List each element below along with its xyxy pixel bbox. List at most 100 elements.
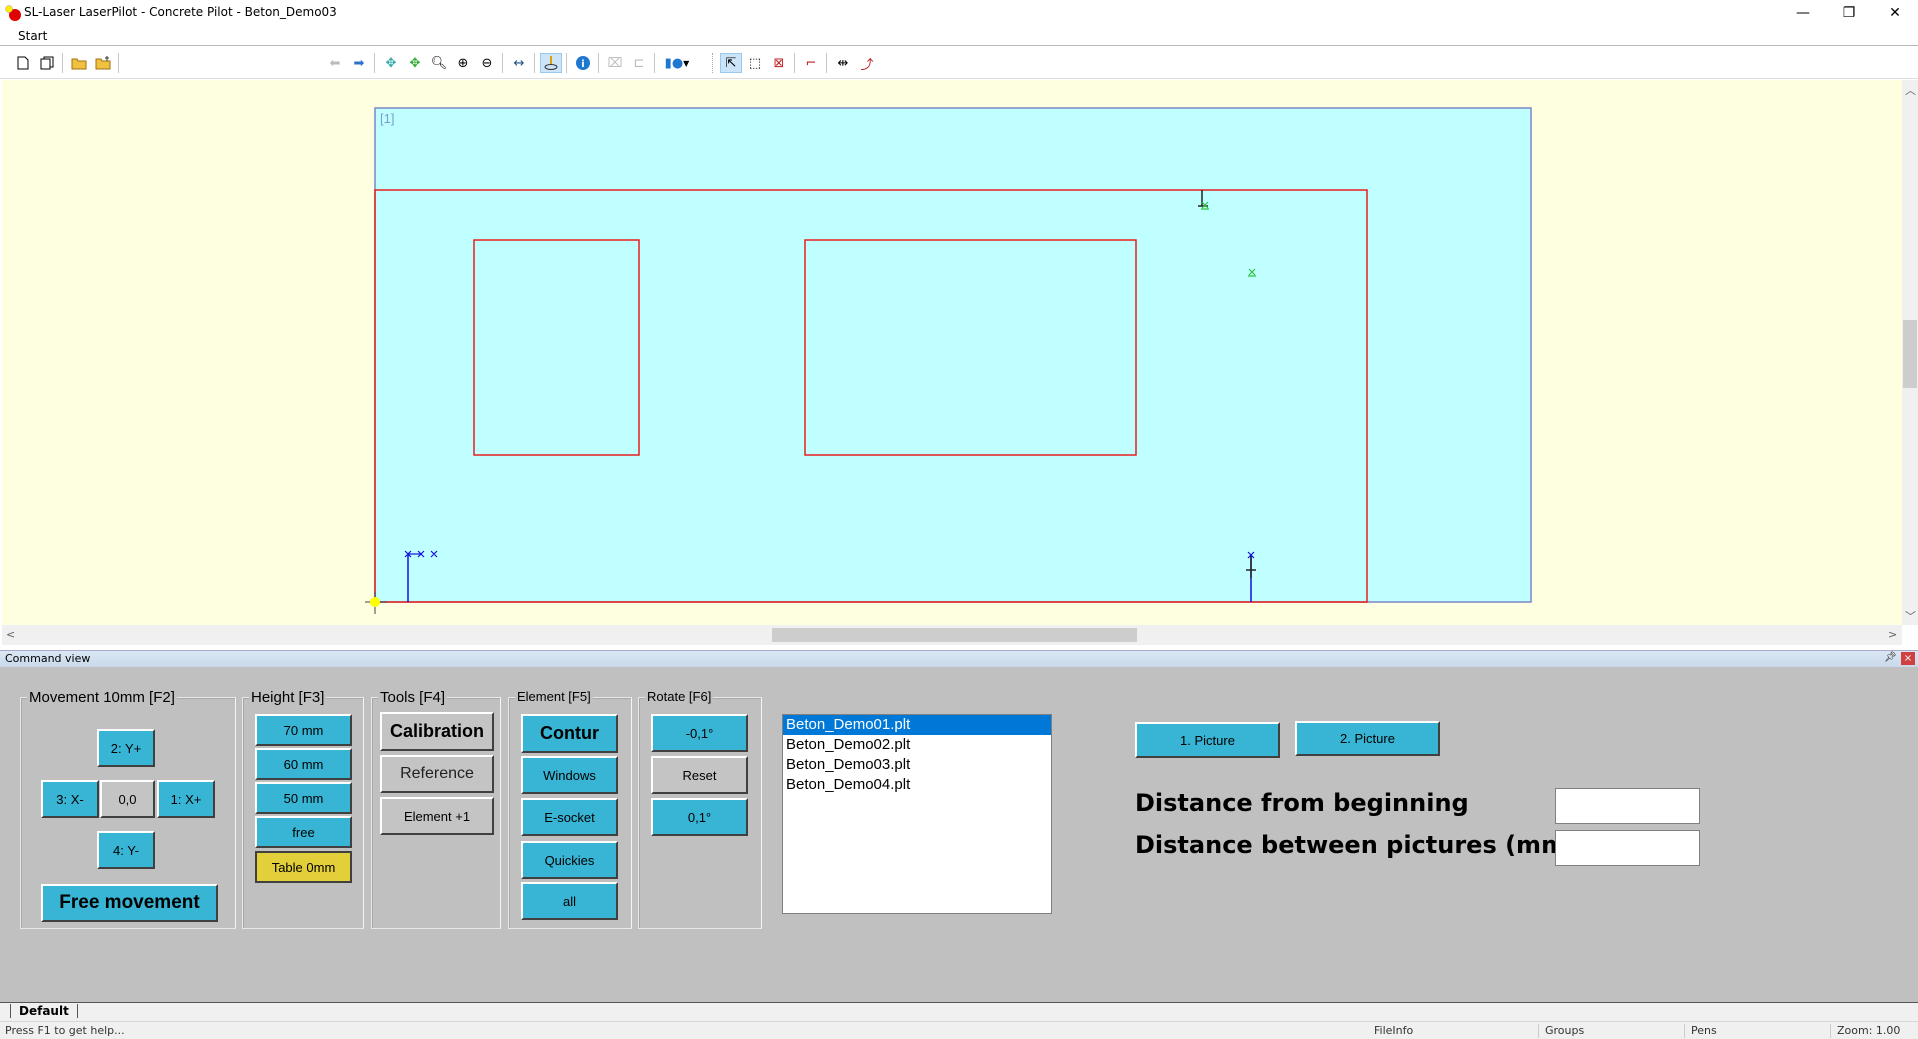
free-movement-button[interactable]: Free movement [41,884,218,922]
scroll-left-icon[interactable]: < [6,628,15,641]
vertical-scroll-thumb[interactable] [1903,320,1917,388]
app-logo-icon [5,5,21,21]
scroll-up-icon[interactable]: ︿ [1905,82,1916,98]
duplicate-button[interactable] [36,53,58,73]
laser-pointer-button[interactable] [540,53,562,73]
calibration-button[interactable]: Calibration [380,712,494,751]
measure-icon: ↔ [513,55,525,71]
height-free-button[interactable]: free [255,816,352,848]
move-y-plus-button[interactable]: 2: Y+ [97,729,155,767]
toolbar-separator [794,53,795,73]
sheet-label: [1] [380,111,394,126]
file-list-item[interactable]: Beton_Demo01.plt [783,715,1051,735]
rotate-minus-button[interactable]: -0,1° [651,714,748,752]
move-x-plus-button[interactable]: 1: X+ [157,780,215,818]
delete-node-button[interactable]: ⌧ [604,53,626,73]
open-button[interactable] [68,53,90,73]
move-y-minus-button[interactable]: 4: Y- [97,831,155,869]
distance-between-pictures-label: Distance between pictures (mm) [1135,831,1578,859]
toolbar: 1 - Beton_Demo03 ▼ ⬅ ➡ ✥ ✥ 🔍︎ ⊕ ⊖ ↔ i ⌧ … [0,47,1918,120]
select-rect-button[interactable]: ⬚ [744,53,766,73]
corner-icon: ⌐ [805,55,817,71]
toolbar-separator [598,53,599,73]
picture-1-button[interactable]: 1. Picture [1135,722,1280,758]
forward-button[interactable]: ➡ [348,53,370,73]
move-x-minus-button[interactable]: 3: X- [41,780,99,818]
rotate-plus-button[interactable]: 0,1° [651,798,748,836]
vertical-scrollbar[interactable]: ︿ ﹀ [1902,80,1918,625]
forward-arrow-icon: ➡ [353,55,365,71]
height-70mm-button[interactable]: 70 mm [255,714,352,746]
remote-dropdown-button[interactable]: ▮● ▼ [660,53,694,73]
height-60mm-button[interactable]: 60 mm [255,748,352,780]
file-list-item[interactable]: Beton_Demo04.plt [783,775,1051,795]
height-50mm-button[interactable]: 50 mm [255,782,352,814]
move-origin-button[interactable]: 0,0 [100,780,155,818]
pin-icon[interactable]: 📌︎ [1884,652,1897,663]
info-button[interactable]: i [572,53,594,73]
restore-button[interactable]: ❐ [1826,0,1872,26]
close-panel-icon[interactable]: × [1901,652,1915,665]
zoom-out-button[interactable]: ⊖ [476,53,498,73]
pan-fit-icon: ✥ [385,55,397,71]
horizontal-scrollbar[interactable]: < > [2,625,1902,645]
drawing-canvas[interactable]: [1] [2,80,1902,625]
remote-icon: ▮● [664,55,684,71]
file-list[interactable]: Beton_Demo01.plt Beton_Demo02.plt Beton_… [782,714,1052,914]
file-list-item[interactable]: Beton_Demo02.plt [783,735,1051,755]
element-contur-button[interactable]: Contur [521,714,618,753]
zoom-in-button[interactable]: ⊕ [452,53,474,73]
select-rect-icon: ⬚ [748,55,762,71]
element-esocket-button[interactable]: E-socket [521,798,618,836]
element-windows-button[interactable]: Windows [521,756,618,794]
zoom-in-icon: ⊕ [457,55,469,71]
new-file-icon [17,56,29,70]
add-folder-icon [95,56,111,70]
minimize-button[interactable]: — [1780,0,1826,26]
status-zoom: Zoom: 1.00 [1830,1024,1918,1038]
picture-2-button[interactable]: 2. Picture [1295,721,1440,756]
horizontal-scroll-thumb[interactable] [772,628,1137,642]
pan-fit-button[interactable]: ✥ [380,53,402,73]
pan-page-button[interactable]: ✥ [404,53,426,73]
join-button[interactable]: ⊏ [628,53,650,73]
command-view-panel: Movement 10mm [F2] 2: Y+ 3: X- 0,0 1: X+… [0,667,1918,1002]
back-button[interactable]: ⬅ [324,53,346,73]
reference-button[interactable]: Reference [380,755,494,793]
scroll-down-icon[interactable]: ﹀ [1905,608,1916,624]
file-list-item[interactable]: Beton_Demo03.plt [783,755,1051,775]
distance-from-beginning-input[interactable] [1555,788,1700,824]
distribute-button[interactable]: ⇹ [832,53,854,73]
delete-selection-button[interactable]: ⊠ [768,53,790,73]
new-file-button[interactable] [12,53,34,73]
add-folder-button[interactable] [92,53,114,73]
toolbar-separator [566,53,567,73]
tab-default[interactable]: Default [10,1004,78,1018]
toolbar-separator [654,53,655,73]
element-quickies-button[interactable]: Quickies [521,841,618,879]
close-button[interactable]: ✕ [1872,0,1918,26]
toolbar-gripper [712,53,713,73]
height-table-button[interactable]: Table 0mm [255,851,352,883]
command-view-title: Command view [5,652,91,665]
minimize-icon: — [1796,5,1810,21]
scroll-right-icon[interactable]: > [1888,628,1897,641]
status-groups: Groups [1538,1024,1684,1038]
toolbar-separator [826,53,827,73]
height-group-title: Height [F3] [249,689,327,706]
element-group: Element [F5] Contur Windows E-socket Qui… [508,689,632,929]
menu-start[interactable]: Start [18,29,47,43]
rotate-group-title: Rotate [F6] [645,689,714,704]
select-button[interactable]: ⇱ [720,53,742,73]
element-all-button[interactable]: all [521,882,618,920]
element-plus-one-button[interactable]: Element +1 [380,797,494,835]
measure-button[interactable]: ↔ [508,53,530,73]
distance-between-pictures-input[interactable] [1555,830,1700,866]
drawing-svg[interactable]: [1] [2,80,1902,625]
open-folder-icon [71,58,87,70]
zoom-button[interactable]: 🔍︎ [428,53,450,73]
curve-button[interactable]: ⤴ [856,53,878,73]
rotate-reset-button[interactable]: Reset [651,756,748,794]
corner-button[interactable]: ⌐ [800,53,822,73]
info-icon: i [576,56,590,70]
